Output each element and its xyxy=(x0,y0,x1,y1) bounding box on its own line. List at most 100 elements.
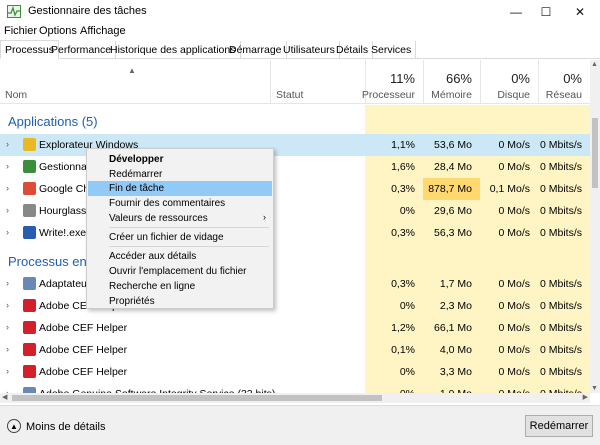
expand-chevron-icon[interactable]: › xyxy=(6,322,9,332)
ctx-resource-values-label: Valeurs de ressources xyxy=(109,213,208,224)
tab-startup[interactable]: Démarrage xyxy=(225,41,287,59)
cpu-value: 0,3% xyxy=(391,278,415,290)
table-row[interactable]: › Adobe CEF Helper 0,1% 4,0 Mo 0 Mo/s 0 Mbits… xyxy=(0,339,590,361)
tab-services[interactable]: Services xyxy=(367,41,417,59)
minimize-button[interactable]: — xyxy=(499,0,533,23)
tab-users[interactable]: Utilisateurs xyxy=(279,41,340,59)
horizontal-scroll-thumb[interactable] xyxy=(12,395,382,401)
scroll-right-icon[interactable]: ▶ xyxy=(583,393,588,401)
disk-value: 0 Mo/s xyxy=(498,278,530,290)
network-value: 0 Mbits/s xyxy=(539,161,582,173)
cpu-label: Processeur xyxy=(361,89,415,101)
horizontal-scrollbar[interactable]: ◀ ▶ xyxy=(0,393,590,403)
memory-label: Mémoire xyxy=(431,89,472,101)
scroll-left-icon[interactable]: ◀ xyxy=(2,393,7,401)
network-value: 0 Mbits/s xyxy=(539,139,582,151)
ctx-develop[interactable]: Développer xyxy=(88,152,272,167)
footer-bar: ▲ Moins de détails Redémarrer xyxy=(0,405,600,445)
memory-value: 1,7 Mo xyxy=(439,278,472,290)
cpu-value: 0,3% xyxy=(391,227,415,239)
close-button[interactable]: ✕ xyxy=(563,0,597,23)
column-divider xyxy=(270,60,271,104)
cpu-value: 0% xyxy=(365,383,423,393)
cpu-value: 1,1% xyxy=(391,139,415,151)
disk-label: Disque xyxy=(497,89,530,101)
ctx-properties[interactable]: Propriétés xyxy=(88,294,272,309)
expand-chevron-icon[interactable]: › xyxy=(6,161,9,171)
hourglass-icon xyxy=(23,204,36,217)
memory-value: 1,9 Mo xyxy=(423,383,480,393)
tab-app-history[interactable]: Historique des applications xyxy=(106,41,241,59)
group-background[interactable]: Processus en a xyxy=(8,254,98,269)
ctx-end-task[interactable]: Fin de tâche xyxy=(88,181,272,196)
ctx-resource-values[interactable]: Valeurs de ressources › xyxy=(88,211,272,226)
cpu-value: 0,1% xyxy=(391,344,415,356)
ctx-create-dump[interactable]: Créer un fichier de vidage xyxy=(88,230,272,245)
memory-value: 56,3 Mo xyxy=(434,227,472,239)
column-status[interactable]: Statut xyxy=(276,89,303,101)
context-menu: Développer Redémarrer Fin de tâche Fourn… xyxy=(86,148,274,309)
process-name: Write!.exe ( xyxy=(39,227,93,239)
expand-chevron-icon[interactable]: › xyxy=(6,344,9,354)
column-network[interactable]: 0% Réseau xyxy=(538,60,590,104)
adobe-icon xyxy=(23,365,36,378)
expand-chevron-icon[interactable]: › xyxy=(6,278,9,288)
collapse-up-icon[interactable]: ▲ xyxy=(7,419,21,433)
column-cpu[interactable]: 11% Processeur xyxy=(361,60,423,104)
submenu-arrow-icon: › xyxy=(263,212,266,222)
chrome-icon xyxy=(23,182,36,195)
expand-chevron-icon[interactable]: › xyxy=(6,205,9,215)
disk-value: 0 Mo/s xyxy=(498,161,530,173)
scroll-up-icon[interactable]: ▲ xyxy=(591,61,598,68)
disk-value: 0 Mo/s xyxy=(498,139,530,151)
process-name: Adobe CEF Helper xyxy=(39,322,128,334)
tab-bar: Processus Performance Historique des app… xyxy=(0,40,600,59)
vertical-scroll-thumb[interactable] xyxy=(592,118,598,188)
table-row[interactable]: › Adobe CEF Helper 1,2% 66,1 Mo 0 Mo/s 0 Mbit… xyxy=(0,317,590,339)
process-name: Hourglass xyxy=(39,205,87,217)
write-icon xyxy=(23,226,36,239)
group-applications[interactable]: Applications (5) xyxy=(8,114,98,129)
task-manager-icon xyxy=(23,160,36,173)
memory-value: 53,6 Mo xyxy=(434,139,472,151)
ctx-restart[interactable]: Redémarrer xyxy=(88,167,272,182)
app-window-icon xyxy=(23,277,36,290)
expand-chevron-icon[interactable]: › xyxy=(6,183,9,193)
memory-value: 878,7 Mo xyxy=(423,178,480,200)
scroll-down-icon[interactable]: ▼ xyxy=(591,385,598,392)
cpu-value: 0% xyxy=(399,300,415,312)
column-memory[interactable]: 66% Mémoire xyxy=(423,60,480,104)
ctx-feedback[interactable]: Fournir des commentaires xyxy=(88,196,272,211)
memory-value: 3,3 Mo xyxy=(439,366,472,378)
ctx-go-to-details[interactable]: Accéder aux détails xyxy=(88,249,272,264)
table-row[interactable]: › Adobe CEF Helper 0% 3,3 Mo 0 Mo/s 0 Mbits/s xyxy=(0,361,590,383)
restart-button[interactable]: Redémarrer xyxy=(525,415,593,437)
expand-chevron-icon[interactable]: › xyxy=(6,300,9,310)
expand-chevron-icon[interactable]: › xyxy=(6,366,9,376)
column-disk[interactable]: 0% Disque xyxy=(480,60,538,104)
cpu-value: 1,6% xyxy=(391,161,415,173)
cpu-value: 1,2% xyxy=(391,322,415,334)
memory-value: 2,3 Mo xyxy=(439,300,472,312)
expand-chevron-icon[interactable]: › xyxy=(6,227,9,237)
process-name: Google Chr xyxy=(39,183,93,195)
cpu-value: 0% xyxy=(399,205,415,217)
memory-value: 29,6 Mo xyxy=(434,205,472,217)
column-name[interactable]: Nom xyxy=(5,89,27,101)
memory-total: 66% xyxy=(445,71,472,86)
expand-chevron-icon[interactable]: › xyxy=(6,139,9,149)
network-value: 0 Mbits/s xyxy=(539,183,582,195)
ctx-open-location[interactable]: Ouvrir l'emplacement du fichier xyxy=(88,264,272,279)
disk-value: 0 Mo/s xyxy=(498,300,530,312)
table-row[interactable]: ›Adobe Genuine Software Integrity Servic… xyxy=(0,383,590,393)
menu-file[interactable]: Fichier xyxy=(4,25,37,37)
menu-options[interactable]: Options xyxy=(39,25,77,37)
adobe-icon xyxy=(23,299,36,312)
menu-view[interactable]: Affichage xyxy=(80,25,126,37)
ctx-search-online[interactable]: Recherche en ligne xyxy=(88,279,272,294)
cpu-value: 0,3% xyxy=(391,183,415,195)
less-details-link[interactable]: Moins de détails xyxy=(26,421,106,433)
vertical-scrollbar[interactable]: ▲ ▼ xyxy=(590,60,600,393)
maximize-button[interactable]: ☐ xyxy=(529,0,563,23)
network-value: 0 Mbits/s xyxy=(539,322,582,334)
